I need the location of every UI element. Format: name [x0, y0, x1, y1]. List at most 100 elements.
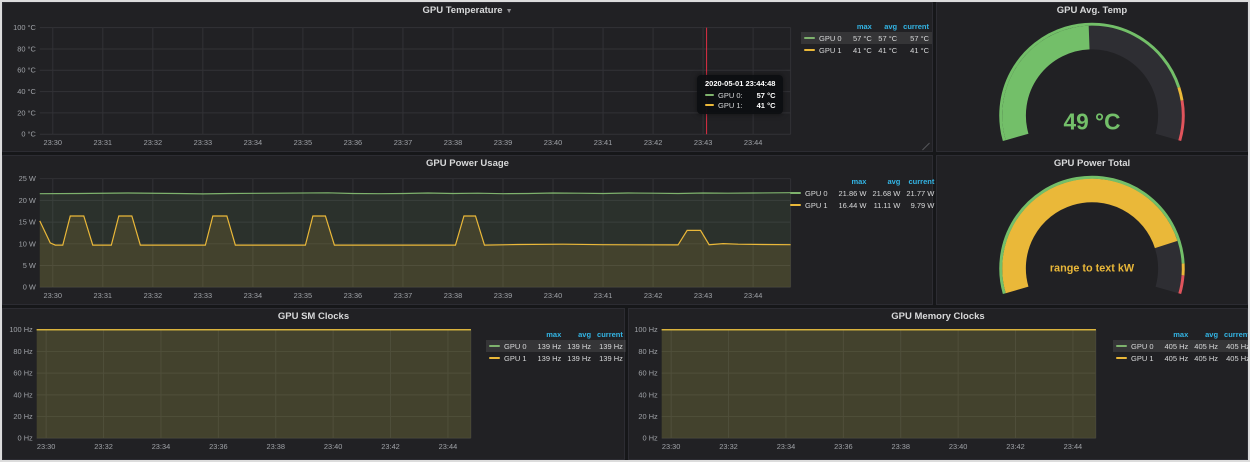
legend-series-gpu-1[interactable]: GPU 1: [1113, 352, 1162, 364]
series-fill-gpu-1: [37, 330, 471, 439]
x-axis-tick-label: 23:30: [37, 442, 56, 451]
legend-row-gpu-1: GPU 141 °C41 °C41 °C: [801, 44, 932, 56]
panel-title-gpu-sm-clocks[interactable]: GPU SM Clocks: [3, 309, 624, 325]
y-axis-tick-label: 40 Hz: [638, 390, 658, 399]
legend-value: 21.77 W: [903, 187, 937, 199]
legend-value: 139 Hz: [535, 340, 565, 352]
x-axis-tick-label: 23:43: [694, 291, 713, 300]
legend-col-max[interactable]: max: [1162, 329, 1192, 340]
legend-series-gpu-1[interactable]: GPU 1: [787, 199, 836, 211]
gpu-temperature-chart[interactable]: 0 °C20 °C40 °C60 °C80 °C100 °C23:3023:31…: [3, 3, 932, 151]
legend-col-max[interactable]: max: [535, 329, 565, 340]
legend-col-series: [787, 176, 836, 187]
x-axis-tick-label: 23:42: [644, 138, 663, 147]
legend-series-gpu-1[interactable]: GPU 1: [486, 352, 535, 364]
y-axis-tick-label: 100 Hz: [9, 325, 33, 334]
x-axis-tick-label: 23:37: [394, 138, 413, 147]
x-axis-tick-label: 23:32: [719, 442, 738, 451]
legend-table: maxavgcurrentGPU 0405 Hz405 Hz405 HzGPU …: [1113, 329, 1250, 364]
x-axis-tick-label: 23:32: [144, 138, 163, 147]
legend-col-avg[interactable]: avg: [869, 176, 903, 187]
y-axis-tick-label: 20 Hz: [638, 412, 658, 421]
series-color-swatch: [705, 104, 714, 106]
x-axis-tick-label: 23:32: [144, 291, 163, 300]
y-axis-tick-label: 20 °C: [17, 108, 36, 117]
legend-col-current[interactable]: current: [594, 329, 626, 340]
legend-value: 9.79 W: [903, 199, 937, 211]
legend-col-avg[interactable]: avg: [875, 21, 900, 32]
legend-value: 57 °C: [875, 32, 900, 44]
gauge-value-text: 49 °C: [1064, 108, 1121, 134]
gpu-avg-temp-gauge: 49 °C: [937, 3, 1247, 151]
grafana-dashboard: GPU Temperature▼ 0 °C20 °C40 °C60 °C80 °…: [0, 0, 1250, 462]
legend-value: 139 Hz: [564, 352, 594, 364]
y-axis-tick-label: 15 W: [19, 218, 36, 227]
panel-gpu-avg-temp: GPU Avg. Temp 49 °C: [936, 2, 1248, 152]
panel-resize-handle[interactable]: [922, 141, 931, 150]
x-axis-tick-label: 23:44: [1064, 442, 1083, 451]
legend-row-gpu-0: GPU 021.86 W21.68 W21.77 W: [787, 187, 937, 199]
legend-col-max[interactable]: max: [850, 21, 875, 32]
legend-value: 41 °C: [900, 44, 932, 56]
legend-series-gpu-1[interactable]: GPU 1: [801, 44, 850, 56]
legend-value: 139 Hz: [564, 340, 594, 352]
legend-col-current[interactable]: current: [1221, 329, 1250, 340]
panel-title-gpu-memory-clocks[interactable]: GPU Memory Clocks: [629, 309, 1247, 325]
legend-col-current[interactable]: current: [900, 21, 932, 32]
legend-series-gpu-0[interactable]: GPU 0: [1113, 340, 1162, 352]
panel-title-gpu-power-usage[interactable]: GPU Power Usage: [3, 156, 932, 172]
x-axis-tick-label: 23:34: [777, 442, 796, 451]
legend-row-gpu-0: GPU 0139 Hz139 Hz139 Hz: [486, 340, 626, 352]
y-axis-tick-label: 20 W: [19, 196, 36, 205]
tooltip-row-gpu-1: GPU 1:41 °C: [705, 101, 775, 110]
legend-value: 11.11 W: [869, 199, 903, 211]
legend-row-gpu-0: GPU 057 °C57 °C57 °C: [801, 32, 932, 44]
legend-row-gpu-0: GPU 0405 Hz405 Hz405 Hz: [1113, 340, 1250, 352]
legend-value: 16.44 W: [836, 199, 870, 211]
legend-series-gpu-0[interactable]: GPU 0: [801, 32, 850, 44]
y-axis-tick-label: 100 Hz: [634, 325, 658, 334]
x-axis-tick-label: 23:34: [244, 138, 262, 147]
legend-value: 21.68 W: [869, 187, 903, 199]
x-axis-tick-label: 23:31: [94, 291, 113, 300]
y-axis-tick-label: 60 Hz: [638, 369, 658, 378]
legend-col-avg[interactable]: avg: [564, 329, 594, 340]
x-axis-tick-label: 23:44: [439, 442, 458, 451]
legend-row-gpu-1: GPU 1139 Hz139 Hz139 Hz: [486, 352, 626, 364]
y-axis-tick-label: 0 Hz: [643, 434, 659, 443]
x-axis-tick-label: 23:39: [494, 291, 512, 300]
panel-title-text: GPU Power Total: [1054, 158, 1130, 169]
series-line-gpu-0: [40, 193, 791, 194]
x-axis-tick-label: 23:38: [891, 442, 910, 451]
legend-col-max[interactable]: max: [836, 176, 870, 187]
y-axis-tick-label: 0 Hz: [18, 434, 34, 443]
x-axis-tick-label: 23:35: [294, 291, 313, 300]
gauge-value-arc: [1014, 190, 1166, 290]
legend-value: 139 Hz: [594, 352, 626, 364]
legend-col-avg[interactable]: avg: [1191, 329, 1221, 340]
legend-table: maxavgcurrentGPU 021.86 W21.68 W21.77 WG…: [787, 176, 937, 211]
legend-value: 405 Hz: [1162, 340, 1192, 352]
legend-series-gpu-0[interactable]: GPU 0: [486, 340, 535, 352]
x-axis-tick-label: 23:32: [94, 442, 113, 451]
x-axis-tick-label: 23:41: [594, 138, 613, 147]
y-axis-tick-label: 80 Hz: [13, 347, 33, 356]
panel-gpu-temperature: GPU Temperature▼ 0 °C20 °C40 °C60 °C80 °…: [2, 2, 933, 152]
legend-col-current[interactable]: current: [903, 176, 937, 187]
gpu-temperature-legend: maxavgcurrentGPU 057 °C57 °C57 °CGPU 141…: [801, 21, 932, 56]
x-axis-tick-label: 23:30: [662, 442, 681, 451]
legend-row-gpu-1: GPU 116.44 W11.11 W9.79 W: [787, 199, 937, 211]
panel-title-text: GPU Memory Clocks: [891, 311, 984, 322]
x-axis-tick-label: 23:37: [394, 291, 413, 300]
x-axis-tick-label: 23:38: [444, 138, 463, 147]
y-axis-tick-label: 60 °C: [17, 66, 36, 75]
panel-gpu-sm-clocks: GPU SM Clocks 0 Hz20 Hz40 Hz60 Hz80 Hz10…: [2, 308, 625, 460]
panel-title-gpu-avg-temp[interactable]: GPU Avg. Temp: [937, 3, 1247, 19]
gpu-memory-clocks-legend: maxavgcurrentGPU 0405 Hz405 Hz405 HzGPU …: [1113, 329, 1250, 364]
legend-value: 139 Hz: [594, 340, 626, 352]
panel-title-gpu-power-total[interactable]: GPU Power Total: [937, 156, 1247, 172]
x-axis-tick-label: 23:38: [267, 442, 286, 451]
legend-series-gpu-0[interactable]: GPU 0: [787, 187, 836, 199]
legend-value: 41 °C: [850, 44, 875, 56]
panel-title-gpu-temperature[interactable]: GPU Temperature▼: [3, 3, 932, 19]
